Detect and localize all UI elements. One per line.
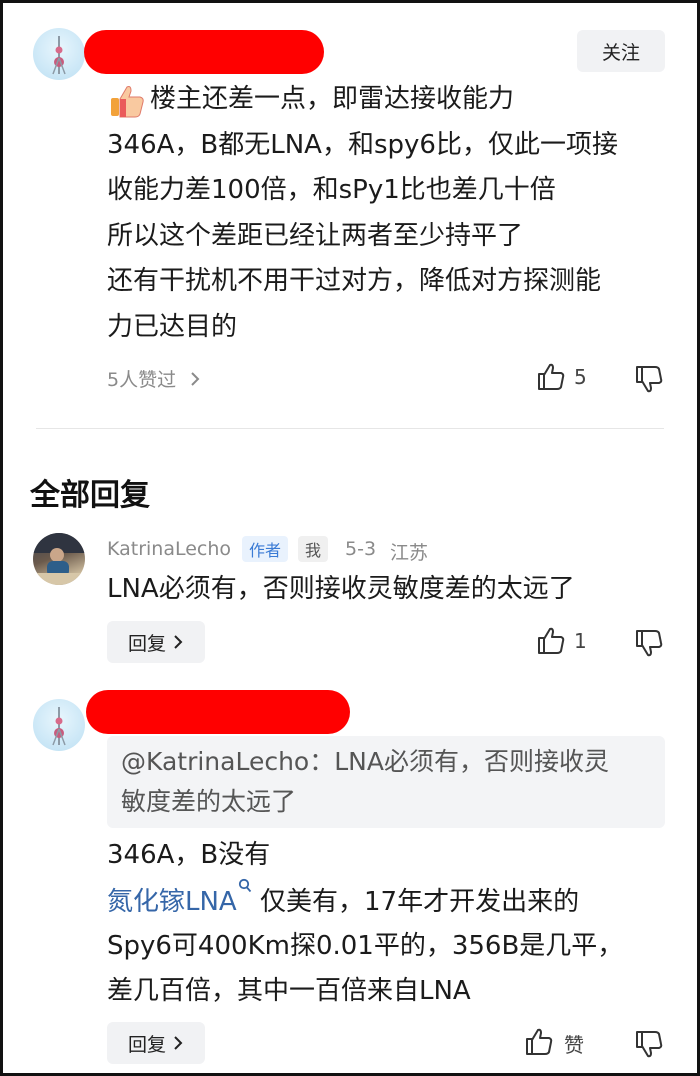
reply-button[interactable]: 回复 <box>107 621 205 663</box>
liked-by-label: 5人赞过 <box>107 369 177 391</box>
reply-text-line: Spy6可400Km探0.01平的，356B是几平， <box>107 931 624 961</box>
user-avatar[interactable] <box>33 699 85 751</box>
like-count: 1 <box>574 629 587 653</box>
reply-text: LNA必须有，否则接收灵敏度差的太远了 <box>107 574 575 604</box>
reply-text-rest: 仅美有，17年才开发出来的 <box>251 887 580 917</box>
reply-text-line: 差几百倍，其中一百倍来自LNA <box>107 976 471 1006</box>
thumbs-up-icon[interactable] <box>536 362 566 396</box>
chevron-right-icon <box>191 372 200 386</box>
chevron-right-icon <box>174 635 183 649</box>
redacted-username <box>84 30 324 74</box>
search-link[interactable]: 氮化镓LNA <box>107 887 237 917</box>
reply-button-label: 回复 <box>127 1033 166 1056</box>
chevron-right-icon <box>174 1036 183 1050</box>
thumbs-up-icon[interactable] <box>536 626 566 660</box>
quoted-reply: @KatrinaLecho：LNA必须有，否则接收灵 敏度差的太远了 <box>107 736 665 828</box>
tower-image <box>52 36 66 75</box>
reply-button-label: 回复 <box>127 632 166 655</box>
thumbs-down-icon[interactable] <box>634 364 664 398</box>
like-count: 5 <box>574 365 587 389</box>
reply-text-line: 氮化镓LNA 仅美有，17年才开发出来的 <box>107 878 579 926</box>
comment-line: 346A，B都无LNA，和spy6比，仅此一项接 <box>107 130 618 160</box>
reply-username[interactable]: KatrinaLecho <box>107 538 231 560</box>
liked-by-link[interactable]: 5人赞过 <box>107 365 202 392</box>
comment-line: 收能力差100倍，和sPy1比也差几十倍 <box>107 175 556 205</box>
comment-line: 还有干扰机不用干过对方，降低对方探测能 <box>107 266 602 296</box>
quote-line: 敏度差的太远了 <box>121 787 297 816</box>
quote-line: @KatrinaLecho：LNA必须有，否则接收灵 <box>121 747 609 776</box>
thumbs-down-icon[interactable] <box>634 628 664 662</box>
user-avatar[interactable] <box>33 533 85 585</box>
thumbs-up-icon[interactable] <box>524 1027 554 1061</box>
reply-button[interactable]: 回复 <box>107 1022 205 1064</box>
search-icon[interactable] <box>238 878 252 898</box>
reply-text-line: 346A，B没有 <box>107 840 271 870</box>
redacted-username <box>86 690 350 734</box>
follow-button[interactable]: 关注 <box>577 30 665 72</box>
author-tag: 作者 <box>242 536 288 562</box>
photo-image <box>33 533 85 585</box>
divider <box>36 428 664 429</box>
replies-header: 全部回复 <box>30 478 150 513</box>
me-tag: 我 <box>298 536 328 562</box>
comment-line: 所以这个差距已经让两者至少持平了 <box>107 221 524 251</box>
comment-line: 力已达目的 <box>107 312 238 342</box>
thumbs-down-icon[interactable] <box>634 1029 664 1063</box>
user-avatar[interactable] <box>33 28 85 80</box>
tower-image <box>52 707 66 746</box>
comment-line: 楼主还差一点，即雷达接收能力 <box>150 84 515 114</box>
reply-date: 5-3 <box>345 538 377 560</box>
thumbs-up-emoji-icon <box>108 82 146 124</box>
like-label: 赞 <box>564 1033 584 1057</box>
reply-location: 江苏 <box>390 542 429 564</box>
